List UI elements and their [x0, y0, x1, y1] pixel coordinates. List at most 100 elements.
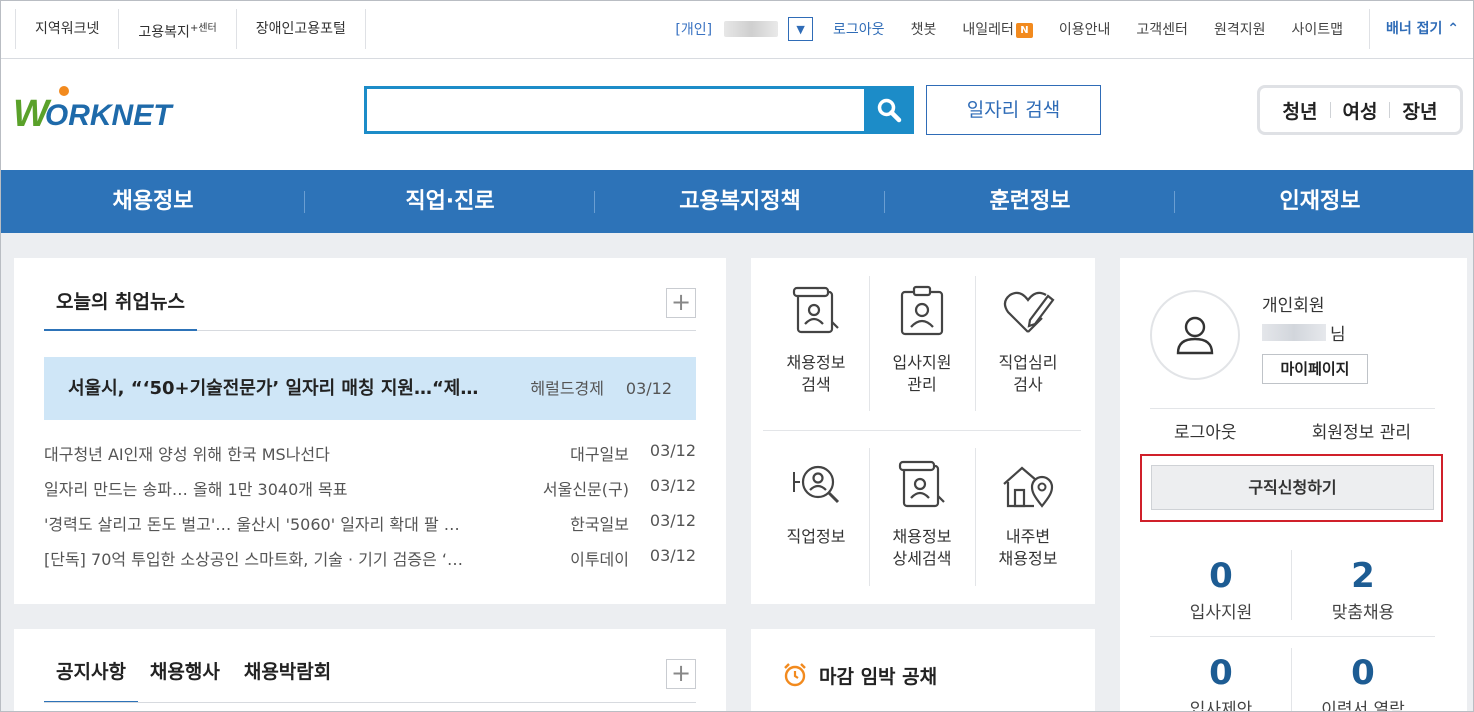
news-item-source: 이투데이: [570, 550, 629, 569]
quick-job-search[interactable]: 채용정보 검색: [763, 270, 869, 407]
newsletter-link[interactable]: 내일레터 N: [962, 19, 1033, 39]
news-tab-header: 오늘의 취업뉴스: [44, 283, 696, 331]
logout-link[interactable]: 로그아웃: [833, 19, 885, 39]
segment-senior[interactable]: 장년: [1390, 97, 1449, 124]
search-box: [364, 86, 914, 134]
quick-label: 채용정보: [998, 549, 1058, 568]
utility-bar: 지역워크넷 고용복지+센터 장애인고용포털 [개인] ▼ 로그아웃 챗봇 내일레…: [1, 1, 1473, 59]
job-apply-button[interactable]: 구직신청하기: [1151, 465, 1434, 510]
profile-manage-link[interactable]: 회원정보 관리: [1288, 418, 1435, 443]
headline-source: 헤럴드경제: [530, 379, 604, 398]
news-panel: 오늘의 취업뉴스 + 서울시, “‘50+기술전문가’ 일자리 매칭 지원…“제…: [14, 258, 726, 604]
news-item-date: 03/12: [649, 476, 696, 495]
stat-resume-views[interactable]: 0 이력서 열람: [1292, 653, 1434, 711]
tab-notice[interactable]: 공지사항: [44, 653, 138, 703]
quick-nearby-jobs[interactable]: 내주변 채용정보: [975, 444, 1081, 581]
new-badge: N: [1015, 23, 1033, 38]
user-logout-link[interactable]: 로그아웃: [1150, 418, 1261, 443]
remote-support-link[interactable]: 원격지원: [1214, 19, 1266, 39]
document-search-icon: [792, 286, 839, 334]
user-icon: [1176, 316, 1214, 355]
nav-training[interactable]: 훈련정보: [885, 170, 1175, 233]
job-search-button[interactable]: 일자리 검색: [926, 85, 1101, 135]
nav-talent[interactable]: 인재정보: [1175, 170, 1465, 233]
quick-label: 직업정보: [786, 527, 846, 546]
quick-label: 검사: [1013, 375, 1043, 394]
news-headline[interactable]: 서울시, “‘50+기술전문가’ 일자리 매칭 지원…“제… 헤럴드경제 03/…: [44, 357, 696, 420]
quick-menu-panel: 채용정보 검색 입사지원 관리 직업심리 검사 직업정보 채용정보 상세검색 내…: [751, 258, 1095, 604]
notice-more-button[interactable]: +: [666, 659, 696, 689]
tab-hiring-events[interactable]: 채용행사: [138, 653, 232, 703]
news-item[interactable]: [단독] 70억 투입한 소상공인 스마트화, 기술 · 기기 검증은 ‘… 이…: [44, 540, 696, 575]
segment-youth[interactable]: 청년: [1271, 97, 1330, 124]
plus-icon: +: [670, 659, 692, 687]
deadline-panel: 마감 임박 공채: [751, 629, 1095, 711]
chevron-down-icon: ▼: [796, 22, 805, 36]
mypage-button[interactable]: 마이페이지: [1262, 354, 1368, 384]
news-item-date: 03/12: [649, 546, 696, 565]
quick-application-manage[interactable]: 입사지원 관리: [869, 270, 975, 407]
logo-w: W: [13, 93, 49, 135]
search-icon: [877, 98, 902, 123]
quick-label: 관리: [907, 375, 937, 394]
stat-job-offers[interactable]: 0 입사제안: [1150, 653, 1292, 712]
headline-title: 서울시, “‘50+기술전문가’ 일자리 매칭 지원…“제…: [68, 378, 479, 399]
stat-label: 입사제안: [1189, 700, 1253, 712]
news-item-source: 서울신문(구): [542, 480, 629, 499]
chatbot-link[interactable]: 챗봇: [911, 19, 937, 39]
worknet-logo[interactable]: W ORKNET: [13, 86, 172, 134]
divider: [1150, 408, 1435, 409]
news-item[interactable]: 일자리 만드는 송파… 올해 1만 3040개 목표 서울신문(구) 03/12: [44, 470, 696, 505]
news-title[interactable]: 오늘의 취업뉴스: [44, 283, 197, 331]
divider: [1150, 636, 1435, 637]
customer-center-link[interactable]: 고객센터: [1136, 19, 1188, 39]
welfare-center-label: 고용복지: [138, 24, 190, 41]
user-menu-dropdown[interactable]: ▼: [788, 17, 814, 41]
guide-link[interactable]: 이용안내: [1059, 19, 1111, 39]
user-name: 님: [1262, 320, 1346, 345]
news-item-title: 대구청년 AI인재 양성 위해 한국 MS나선다: [44, 445, 330, 464]
deadline-title: 마감 임박 공채: [819, 665, 938, 688]
segment-women[interactable]: 여성: [1331, 97, 1390, 124]
sitemap-link[interactable]: 사이트맵: [1291, 19, 1343, 39]
search-button[interactable]: [864, 86, 914, 134]
news-item-date: 03/12: [649, 441, 696, 460]
nav-job-info[interactable]: 채용정보: [1, 170, 305, 233]
quick-psych-test[interactable]: 직업심리 검사: [975, 270, 1081, 407]
user-links: 로그아웃 회원정보 관리: [1150, 418, 1435, 443]
nav-career[interactable]: 직업·진로: [305, 170, 595, 233]
quick-label: 채용정보: [786, 353, 846, 372]
search-input[interactable]: [367, 89, 864, 131]
family-sites: 지역워크넷 고용복지+센터 장애인고용포털: [15, 9, 366, 49]
tab-job-fair[interactable]: 채용박람회: [232, 653, 343, 703]
link-disabled-portal[interactable]: 장애인고용포털: [237, 9, 366, 49]
page-frame: 지역워크넷 고용복지+센터 장애인고용포털 [개인] ▼ 로그아웃 챗봇 내일레…: [0, 0, 1474, 712]
news-item-date: 03/12: [649, 511, 696, 530]
link-welfare-center[interactable]: 고용복지+센터: [119, 9, 237, 49]
news-item-source: 한국일보: [570, 515, 629, 534]
user-id-blurred: [724, 21, 779, 37]
user-name-suffix: 님: [1330, 325, 1346, 345]
stat-matched-jobs[interactable]: 2 맞춤채용: [1292, 556, 1434, 623]
welfare-center-sup: +센터: [189, 23, 217, 34]
alarm-clock-icon: [784, 663, 806, 687]
quick-job-info[interactable]: 직업정보: [763, 444, 869, 581]
news-item[interactable]: 대구청년 AI인재 양성 위해 한국 MS나선다 대구일보 03/12: [44, 435, 696, 470]
banner-fold-button[interactable]: 배너 접기 ⌃: [1369, 9, 1459, 49]
stat-number: 0: [1351, 653, 1375, 693]
quick-label: 직업심리: [998, 353, 1058, 372]
news-more-button[interactable]: +: [666, 288, 696, 318]
house-location-icon: [1003, 466, 1054, 508]
newsletter-label: 내일레터: [962, 22, 1014, 38]
stat-label: 입사지원: [1189, 603, 1253, 623]
highlight-box: 구직신청하기: [1140, 454, 1443, 522]
avatar: [1150, 290, 1240, 380]
nav-welfare-policy[interactable]: 고용복지정책: [595, 170, 885, 233]
stat-applications[interactable]: 0 입사지원: [1150, 556, 1292, 623]
plus-icon: +: [670, 288, 692, 316]
link-local-worknet[interactable]: 지역워크넷: [16, 9, 120, 49]
member-type: 개인회원: [1262, 296, 1325, 316]
main-nav: 채용정보 직업·진로 고용복지정책 훈련정보 인재정보: [1, 170, 1473, 233]
quick-detailed-search[interactable]: 채용정보 상세검색: [869, 444, 975, 581]
news-item[interactable]: '경력도 살리고 돈도 벌고'… 울산시 '5060' 일자리 확대 팔 … 한…: [44, 505, 696, 540]
